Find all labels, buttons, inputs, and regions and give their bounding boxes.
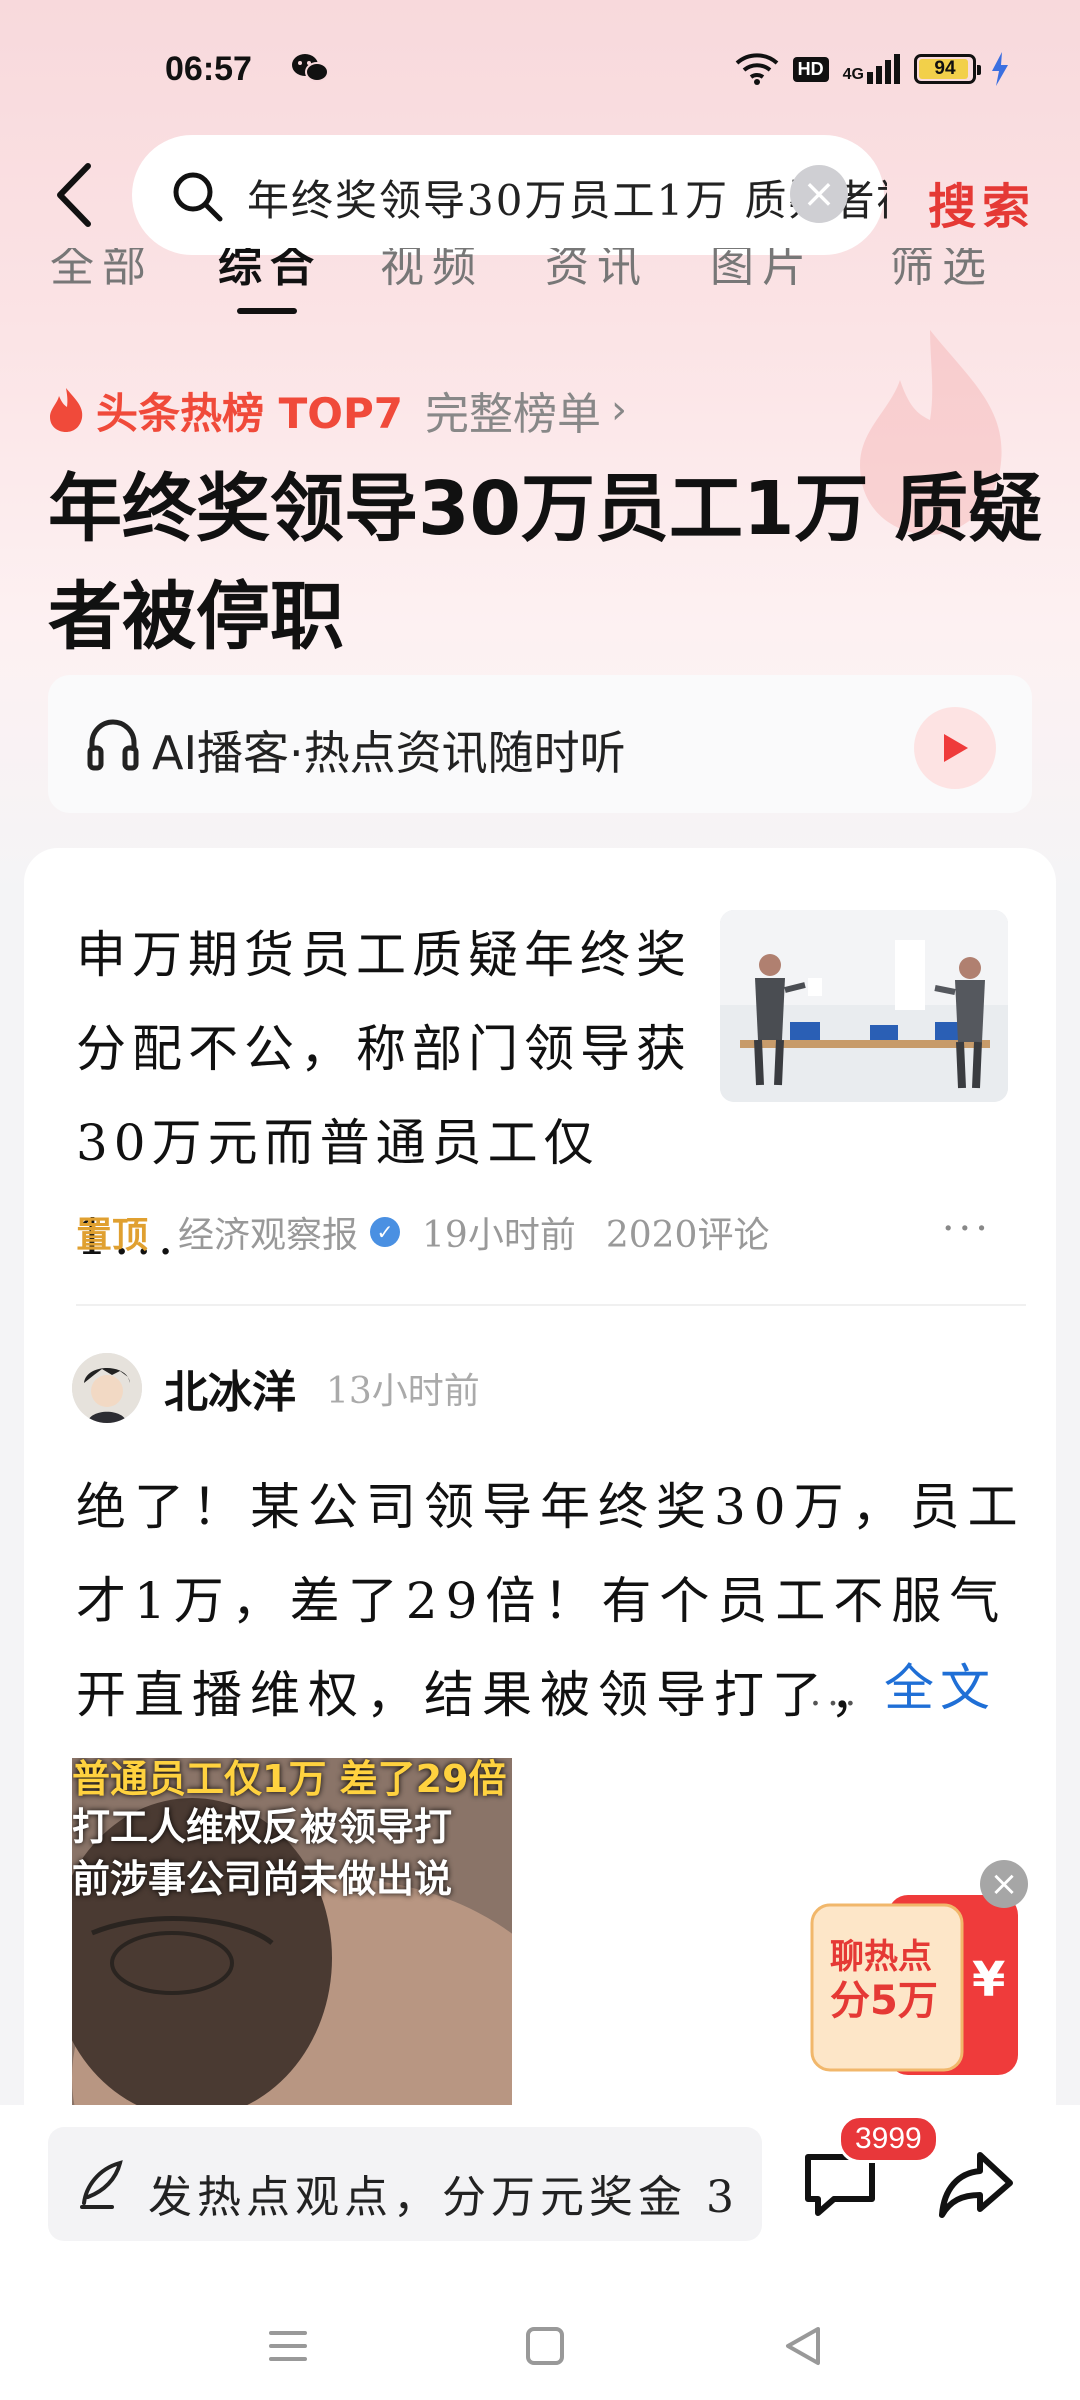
share-icon[interactable]	[938, 2149, 1014, 2219]
clear-search-button[interactable]: ×	[790, 165, 848, 223]
search-icon	[173, 172, 223, 222]
verified-icon: ✓	[370, 1217, 401, 1247]
search-button[interactable]: 搜索	[928, 167, 1036, 237]
full-text-label: 全文	[884, 1659, 996, 1717]
promo-line-2: 分5万	[830, 1978, 938, 2024]
tab-comprehensive[interactable]: 综合	[218, 248, 322, 294]
podcast-text: AI播客·热点资讯随时听	[152, 726, 626, 780]
promo-text: 聊热点 分5万	[830, 1935, 938, 2023]
tab-images[interactable]: 图片	[710, 248, 814, 294]
search-input[interactable]: 年终奖领导30万员工1万 质疑者被停职 ×	[132, 135, 887, 255]
ai-podcast-bar[interactable]: AI播客·热点资讯随时听	[48, 675, 1032, 813]
post-time: 13小时前	[326, 1371, 480, 1412]
play-icon	[944, 734, 968, 762]
promo-line-1: 聊热点	[830, 1937, 932, 1977]
system-nav-bar	[0, 2295, 1080, 2400]
divider	[76, 1304, 1026, 1306]
hot-rank-row[interactable]: 头条热榜 TOP7 完整榜单 ›	[46, 378, 627, 442]
truncation-ellipsis: ...	[809, 1673, 863, 1714]
video-caption-2: 打工人维权反被领导打	[72, 1805, 453, 1849]
fire-icon	[50, 388, 83, 432]
tab-bar: 全部 综合 视频 资讯 图片 筛选	[0, 248, 1080, 318]
hd-badge: HD	[792, 56, 829, 82]
home-icon[interactable]	[522, 2323, 568, 2369]
battery-level: 94	[934, 58, 956, 79]
article-time: 19小时前	[422, 1215, 576, 1256]
post-video-thumbnail[interactable]: 普通员工仅1万 差了29倍 打工人维权反被领导打 前涉事公司尚未做出说	[72, 1758, 512, 2108]
status-time: 06:57	[165, 50, 252, 88]
active-tab-indicator	[237, 308, 297, 314]
pinned-label: 置顶	[76, 1214, 149, 1256]
headphones-icon	[87, 719, 139, 771]
office-image	[720, 910, 1008, 1102]
avatar[interactable]	[72, 1353, 142, 1423]
network-type: 4G	[842, 66, 864, 83]
charging-icon	[992, 52, 1008, 86]
full-text-link[interactable]: ... 全文	[810, 1648, 996, 1720]
status-bar: 06:57 HD 4G 94	[0, 0, 1080, 130]
chevron-right-icon: ›	[610, 387, 627, 433]
pen-icon	[80, 2160, 123, 2209]
article-source[interactable]: 经济观察报	[178, 1206, 358, 1258]
menu-icon[interactable]	[265, 2323, 311, 2369]
search-header: 年终奖领导30万员工1万 质疑者被停职 × 搜索	[0, 135, 1080, 255]
comment-count-badge: 3999	[838, 2115, 939, 2163]
close-promo-button[interactable]: ×	[980, 1860, 1028, 1908]
full-list-link[interactable]: 完整榜单	[425, 378, 601, 442]
wechat-icon	[292, 54, 329, 82]
yuan-icon: ¥	[972, 1952, 1006, 2008]
post-header: 北冰洋 13小时前	[72, 1353, 480, 1423]
play-button[interactable]	[914, 707, 996, 789]
back-arrow-icon[interactable]	[50, 160, 100, 230]
article-thumbnail[interactable]	[720, 910, 1008, 1102]
tab-filter[interactable]: 筛选	[890, 248, 994, 294]
more-options-icon[interactable]: ···	[942, 1206, 992, 1252]
topic-headline: 年终奖领导30万员工1万 质疑者被停职	[48, 466, 1043, 660]
wifi-icon	[735, 53, 778, 85]
close-icon: ×	[989, 1864, 1019, 1904]
signal-icon: 4G	[843, 54, 900, 84]
comment-input[interactable]: 发热点观点，分万元奖金 3.	[48, 2127, 762, 2241]
tab-news[interactable]: 资讯	[545, 248, 649, 294]
post-author[interactable]: 北冰洋	[164, 1356, 296, 1420]
bottom-bar: 发热点观点，分万元奖金 3. 3999	[0, 2105, 1080, 2400]
tab-video[interactable]: 视频	[380, 248, 484, 294]
comment-placeholder: 发热点观点，分万元奖金 3.	[148, 2172, 738, 2223]
article-comments: 2020评论	[605, 1215, 770, 1256]
back-triangle-icon[interactable]	[780, 2323, 826, 2369]
battery-icon: 94	[914, 54, 981, 84]
tab-all[interactable]: 全部	[50, 248, 154, 294]
hot-rank-label: 头条热榜 TOP7	[96, 388, 403, 438]
video-caption-3: 前涉事公司尚未做出说	[72, 1857, 453, 1901]
close-icon: ×	[802, 171, 836, 217]
hot-topic-promo[interactable]: 聊热点 分5万 ¥ ×	[808, 1860, 1028, 2090]
article-meta: 置顶 经济观察报 ✓ 19小时前 2020评论 ···	[76, 1206, 1026, 1258]
